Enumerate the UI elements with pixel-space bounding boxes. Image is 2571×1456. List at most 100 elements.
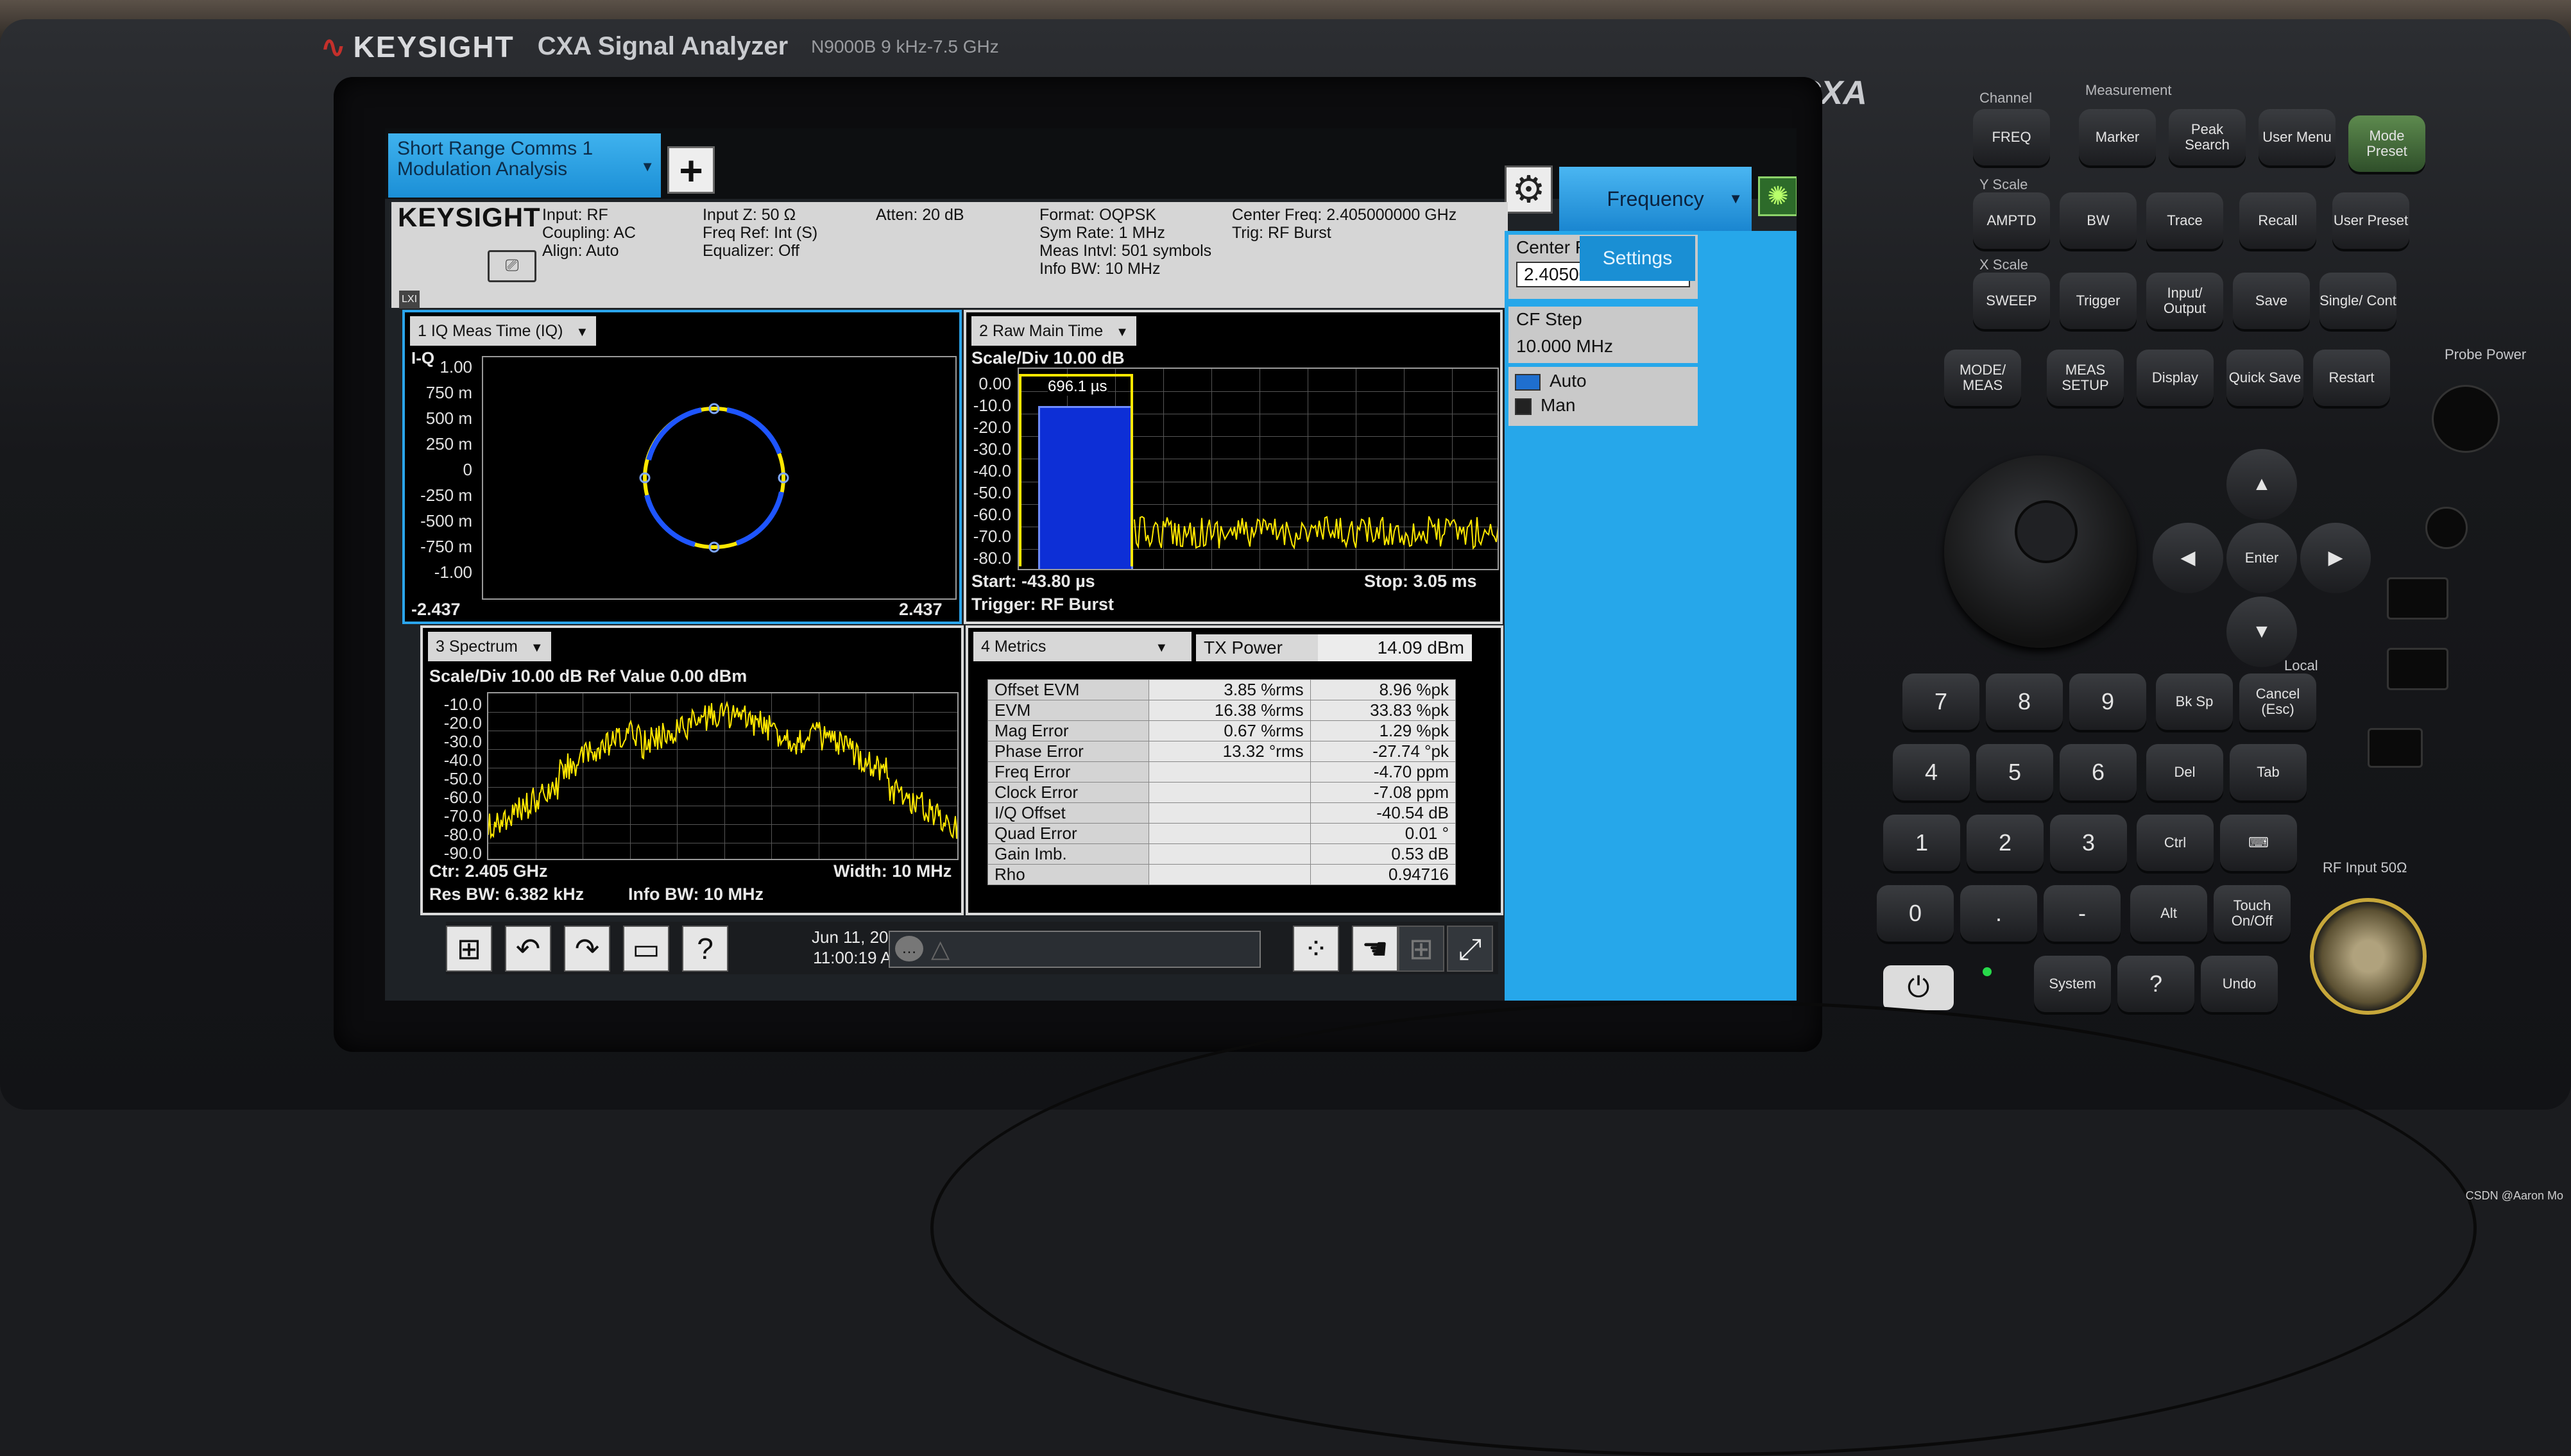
user-menu-key[interactable]: User Menu bbox=[2259, 109, 2336, 165]
iq-trace-blue-upper-right bbox=[726, 407, 782, 455]
rotary-knob[interactable] bbox=[1944, 455, 2137, 648]
tab-key[interactable]: Tab bbox=[2230, 744, 2307, 800]
key-5[interactable]: 5 bbox=[1976, 744, 2053, 800]
amptd-key[interactable]: AMPTD bbox=[1973, 192, 2050, 249]
quick-save-key[interactable]: Quick Save bbox=[2226, 350, 2303, 406]
key-6[interactable]: 6 bbox=[2060, 744, 2137, 800]
trace-key[interactable]: Trace bbox=[2146, 192, 2223, 249]
panel-spectrum[interactable]: 3 Spectrum ▼ Scale/Div 10.00 dB Ref Value… bbox=[420, 625, 964, 915]
panel4-title[interactable]: 4 Metrics ▼ bbox=[973, 632, 1192, 661]
redo-icon[interactable]: ↷ bbox=[564, 926, 610, 972]
layout-icon[interactable]: ⁘ bbox=[1293, 926, 1339, 972]
panel2-title[interactable]: 2 Raw Main Time ▼ bbox=[971, 316, 1136, 346]
settings-tab[interactable]: Settings bbox=[1580, 236, 1695, 281]
message-bar[interactable]: … △ bbox=[889, 931, 1261, 968]
touch-on-off-key[interactable]: Touch On/Off bbox=[2214, 885, 2291, 942]
gear-icon[interactable]: ⚙ bbox=[1505, 165, 1553, 214]
frequency-menu-tab[interactable]: Frequency ▼ bbox=[1559, 167, 1752, 231]
folder-icon[interactable]: ▭ bbox=[623, 926, 669, 972]
raw-time-plot[interactable]: 696.1 µs bbox=[1018, 368, 1499, 570]
spectrum-info-bw: Info BW: 10 MHz bbox=[628, 885, 764, 904]
single-cont-key[interactable]: Single/ Cont bbox=[2319, 273, 2396, 329]
panel-iq-meas-time[interactable]: 1 IQ Meas Time (IQ) ▼ I-Q 1.00 750 m 500 m2… bbox=[402, 310, 962, 624]
panel1-title[interactable]: 1 IQ Meas Time (IQ) ▼ bbox=[410, 316, 597, 346]
backspace-key[interactable]: Bk Sp bbox=[2156, 673, 2233, 730]
brand-bar: ∿ KEYSIGHT CXA Signal Analyzer N9000B 9 k… bbox=[321, 19, 1906, 74]
key-1[interactable]: 1 bbox=[1883, 815, 1960, 871]
key-dot[interactable]: . bbox=[1960, 885, 2037, 942]
key-2[interactable]: 2 bbox=[1967, 815, 2044, 871]
panel-metrics[interactable]: 4 Metrics ▼ TX Power 14.09 dBm Offset EVM… bbox=[966, 625, 1503, 915]
key-minus[interactable]: - bbox=[2044, 885, 2121, 942]
del-key[interactable]: Del bbox=[2146, 744, 2223, 800]
key-8[interactable]: 8 bbox=[1986, 673, 2063, 730]
mode-meas-key[interactable]: MODE/ MEAS bbox=[1944, 350, 2021, 406]
key-7[interactable]: 7 bbox=[1902, 673, 1979, 730]
info-format: Format: OQPSK bbox=[1039, 206, 1156, 224]
sweep-key[interactable]: SWEEP bbox=[1973, 273, 2050, 329]
touch-icon[interactable]: ☚ bbox=[1352, 926, 1398, 972]
remote-display-icon[interactable]: ⎚ bbox=[488, 250, 536, 282]
marker-key[interactable]: Marker bbox=[2079, 109, 2156, 165]
y-tick-label: 0 bbox=[463, 460, 472, 479]
spectrum-res-bw: Res BW: 6.382 kHz bbox=[429, 885, 585, 904]
key-4[interactable]: 4 bbox=[1893, 744, 1970, 800]
enter-key[interactable]: Enter bbox=[2226, 523, 2297, 593]
product-name: CXA Signal Analyzer bbox=[537, 32, 789, 60]
metrics-row: EVM 16.38 %rms 33.83 %pk bbox=[987, 700, 1456, 721]
freq-key[interactable]: FREQ bbox=[1973, 109, 2050, 165]
mode-tab[interactable]: Short Range Comms 1 Modulation Analysis … bbox=[388, 133, 661, 198]
bw-key[interactable]: BW bbox=[2060, 192, 2137, 249]
dropdown-arrow-icon: ▼ bbox=[640, 158, 654, 174]
cancel-esc-key[interactable]: Cancel (Esc) bbox=[2239, 673, 2316, 730]
y-tick-label: -40.0 bbox=[973, 461, 1011, 480]
metric-label: Quad Error bbox=[987, 823, 1150, 844]
arrow-left-key[interactable]: ◀ bbox=[2153, 523, 2223, 593]
arrow-down-key[interactable]: ▼ bbox=[2226, 597, 2297, 667]
undo-icon[interactable]: ↶ bbox=[505, 926, 551, 972]
peak-search-key[interactable]: Peak Search bbox=[2169, 109, 2246, 165]
iq-plot[interactable] bbox=[482, 356, 957, 600]
message-icon[interactable]: … bbox=[895, 936, 923, 961]
auto-option[interactable]: Auto bbox=[1515, 371, 1587, 391]
user-preset-key[interactable]: User Preset bbox=[2332, 192, 2409, 249]
input-output-key[interactable]: Input/ Output bbox=[2146, 273, 2223, 329]
meas-setup-key[interactable]: MEAS SETUP bbox=[2047, 350, 2124, 406]
add-tab-button[interactable]: + bbox=[667, 146, 715, 194]
cf-step-auto-man[interactable]: Auto Man bbox=[1508, 367, 1698, 426]
cf-step-field[interactable]: CF Step 10.000 MHz bbox=[1508, 307, 1698, 363]
sweep-status-icon[interactable]: ✺ bbox=[1758, 176, 1797, 216]
mode-preset-key[interactable]: Mode Preset bbox=[2348, 115, 2425, 172]
restart-key[interactable]: Restart bbox=[2313, 350, 2390, 406]
metric-rms bbox=[1149, 843, 1311, 865]
spectrum-plot[interactable] bbox=[487, 692, 959, 860]
power-button[interactable]: ⏻ bbox=[1883, 965, 1954, 1010]
key-0[interactable]: 0 bbox=[1877, 885, 1954, 942]
keyboard-icon[interactable]: ⌨ bbox=[2220, 815, 2297, 871]
metrics-table: Offset EVM 3.85 %rms 8.96 %pk EVM 16.38 %rms… bbox=[987, 679, 1456, 885]
ctrl-key[interactable]: Ctrl bbox=[2137, 815, 2214, 871]
arrow-right-key[interactable]: ▶ bbox=[2300, 523, 2371, 593]
panel3-title[interactable]: 3 Spectrum ▼ bbox=[428, 632, 551, 661]
y-tick-label: 750 m bbox=[425, 383, 472, 402]
trigger-key[interactable]: Trigger bbox=[2060, 273, 2137, 329]
alt-key[interactable]: Alt bbox=[2130, 885, 2207, 942]
display-key[interactable]: Display bbox=[2137, 350, 2214, 406]
panel-raw-main-time[interactable]: 2 Raw Main Time ▼ Scale/Div 10.00 dB 0.00… bbox=[964, 310, 1503, 624]
metrics-row: Offset EVM 3.85 %rms 8.96 %pk bbox=[987, 679, 1456, 700]
maximize-icon[interactable]: ⤢ bbox=[1447, 926, 1493, 972]
key-3[interactable]: 3 bbox=[2050, 815, 2127, 871]
multi-window-icon[interactable]: ⊞ bbox=[1398, 926, 1444, 972]
arrow-up-key[interactable]: ▲ bbox=[2226, 449, 2297, 520]
recall-key[interactable]: Recall bbox=[2239, 192, 2316, 249]
probe-power-port bbox=[2432, 385, 2500, 453]
help-icon[interactable]: ? bbox=[682, 926, 728, 972]
y-tick-label: -30.0 bbox=[443, 732, 482, 751]
key-9[interactable]: 9 bbox=[2069, 673, 2146, 730]
save-key[interactable]: Save bbox=[2233, 273, 2310, 329]
system-key[interactable]: System bbox=[2034, 956, 2111, 1012]
help-key[interactable]: ? bbox=[2117, 956, 2194, 1012]
windows-icon[interactable]: ⊞ bbox=[446, 926, 492, 972]
man-option[interactable]: Man bbox=[1515, 395, 1575, 416]
undo-key[interactable]: Undo bbox=[2201, 956, 2278, 1012]
